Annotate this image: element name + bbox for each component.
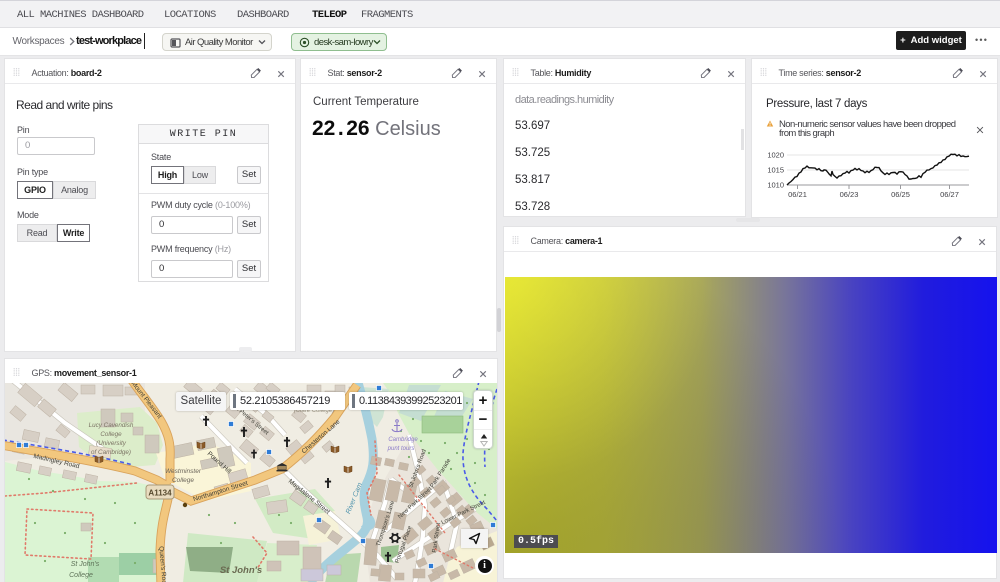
svg-text:1015: 1015 bbox=[767, 166, 784, 175]
svg-text:St John's: St John's bbox=[220, 565, 262, 576]
svg-text:College: College bbox=[172, 477, 194, 484]
svg-text:College: College bbox=[100, 431, 122, 438]
svg-text:College: College bbox=[69, 572, 93, 579]
svg-text:06/25: 06/25 bbox=[891, 190, 910, 199]
svg-text:06/21: 06/21 bbox=[788, 190, 807, 199]
svg-text:06/23: 06/23 bbox=[840, 190, 859, 199]
svg-text:A1134: A1134 bbox=[148, 489, 172, 498]
svg-text:punt tours: punt tours bbox=[387, 446, 415, 452]
svg-text:Lucy Cavendish: Lucy Cavendish bbox=[89, 422, 134, 429]
svg-text:Westminster: Westminster bbox=[165, 468, 202, 475]
svg-text:St John's: St John's bbox=[71, 561, 100, 568]
svg-text:of Cambridge): of Cambridge) bbox=[91, 449, 131, 456]
svg-text:(University: (University bbox=[96, 440, 127, 447]
svg-text:06/27: 06/27 bbox=[940, 190, 959, 199]
svg-text:1020: 1020 bbox=[767, 151, 784, 160]
svg-text:Cambridge: Cambridge bbox=[388, 437, 418, 443]
svg-text:1010: 1010 bbox=[767, 181, 784, 190]
